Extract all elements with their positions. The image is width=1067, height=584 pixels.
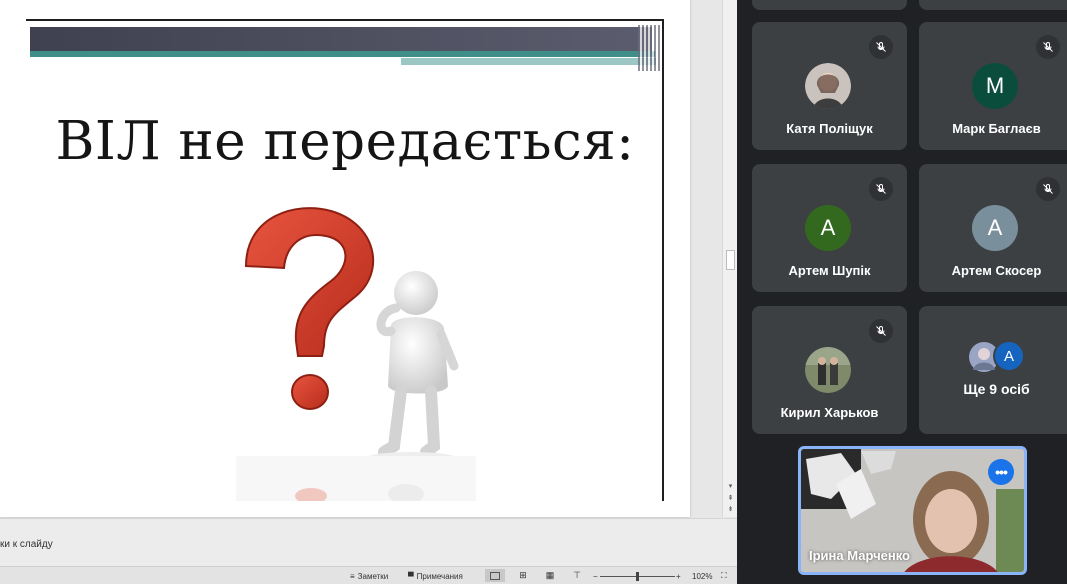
participant-tile[interactable]: Катя Поліщук <box>752 22 907 150</box>
screen: ВІЛ не передається: ▾ ⇞ ⇟ ки к слайду ≡ … <box>0 0 1067 584</box>
notes-label: Заметки <box>357 571 389 581</box>
slide-header-stripe-light <box>401 58 656 65</box>
notes-placeholder[interactable]: ки к слайду <box>0 539 53 550</box>
zoom-level[interactable]: 102% <box>692 570 712 582</box>
participant-name: Артем Шупік <box>788 263 871 278</box>
reading-view-button[interactable]: ▦ <box>540 569 560 582</box>
mic-off-icon <box>869 177 893 201</box>
slide-sorter-button[interactable]: ⊞ <box>513 569 533 582</box>
slide-header-ticks <box>638 25 660 71</box>
participant-tile-partial[interactable] <box>752 0 907 10</box>
meet-participants-panel: Катя Поліщук М Марк Баглаєв А Артем Шупі… <box>737 0 1067 584</box>
participant-initial-avatar: М <box>972 63 1018 109</box>
participant-name: Кирил Харьков <box>780 405 879 420</box>
participant-tile[interactable]: А Артем Шупік <box>752 164 907 292</box>
zoom-in-icon[interactable]: + <box>676 570 681 582</box>
status-bar: ≡ Заметки ▀ Примечания ⊞ ▦ ⊤ − + 102% ⛶ <box>0 566 737 584</box>
comment-icon: ▀ <box>408 571 414 581</box>
mic-off-icon <box>869 35 893 59</box>
participant-photo-avatar <box>805 347 851 393</box>
scrollbar-thumb[interactable] <box>726 250 735 270</box>
more-participants-label: Ще 9 осіб <box>963 381 1030 397</box>
mic-off-icon <box>1036 35 1060 59</box>
participant-name: Катя Поліщук <box>786 121 873 136</box>
powerpoint-window: ВІЛ не передається: ▾ ⇞ ⇟ ки к слайду ≡ … <box>0 0 737 584</box>
more-horizontal-icon: ••• <box>995 464 1008 480</box>
mic-off-icon <box>1036 177 1060 201</box>
self-view-tile[interactable]: ••• Ірина Марченко <box>798 446 1027 575</box>
notes-toggle[interactable]: ≡ Заметки <box>350 570 388 582</box>
vertical-scrollbar[interactable]: ▾ ⇞ ⇟ <box>722 0 737 517</box>
notes-icon: ≡ <box>350 571 355 581</box>
participant-tile[interactable]: М Марк Баглаєв <box>919 22 1067 150</box>
slide: ВІЛ не передається: <box>26 19 664 501</box>
participant-tile[interactable]: Кирил Харьков <box>752 306 907 434</box>
participant-name: Артем Скосер <box>951 263 1042 278</box>
participant-name: Марк Баглаєв <box>952 121 1041 136</box>
slide-title[interactable]: ВІЛ не передається: <box>26 111 662 172</box>
participant-initial-avatar: А <box>972 205 1018 251</box>
slide-sorter-icon: ⊞ <box>519 570 527 580</box>
zoom-slider-thumb[interactable] <box>636 572 639 581</box>
comments-toggle[interactable]: ▀ Примечания <box>408 570 463 582</box>
notes-pane[interactable]: ки к слайду <box>0 518 737 566</box>
participant-initial-avatar: A <box>993 340 1025 372</box>
normal-view-icon <box>490 571 500 580</box>
participant-tile-partial[interactable] <box>919 0 1067 10</box>
slideshow-icon: ⊤ <box>573 570 581 580</box>
fit-slide-icon[interactable]: ⛶ <box>721 570 727 582</box>
zoom-out-icon[interactable]: − <box>593 570 598 582</box>
question-mark-figure-image <box>236 207 476 501</box>
participant-initial-avatar: А <box>805 205 851 251</box>
participant-photo-avatar <box>805 63 851 109</box>
slide-canvas[interactable]: ВІЛ не передається: <box>0 0 690 517</box>
next-slide-icon[interactable]: ⇟ <box>726 505 735 515</box>
slideshow-button[interactable]: ⊤ <box>567 569 587 582</box>
slide-header-band <box>30 27 652 53</box>
more-options-button[interactable]: ••• <box>988 459 1014 485</box>
normal-view-button[interactable] <box>485 569 505 582</box>
slide-header-stripe <box>30 51 655 57</box>
mic-off-icon <box>869 319 893 343</box>
comments-label: Примечания <box>416 571 463 581</box>
reading-view-icon: ▦ <box>545 570 555 580</box>
scroll-down-icon[interactable]: ▾ <box>726 482 735 492</box>
self-name: Ірина Марченко <box>809 548 910 563</box>
previous-slide-icon[interactable]: ⇞ <box>726 494 735 504</box>
more-participants-tile[interactable]: A Ще 9 осіб <box>919 306 1067 434</box>
participant-tile[interactable]: А Артем Скосер <box>919 164 1067 292</box>
